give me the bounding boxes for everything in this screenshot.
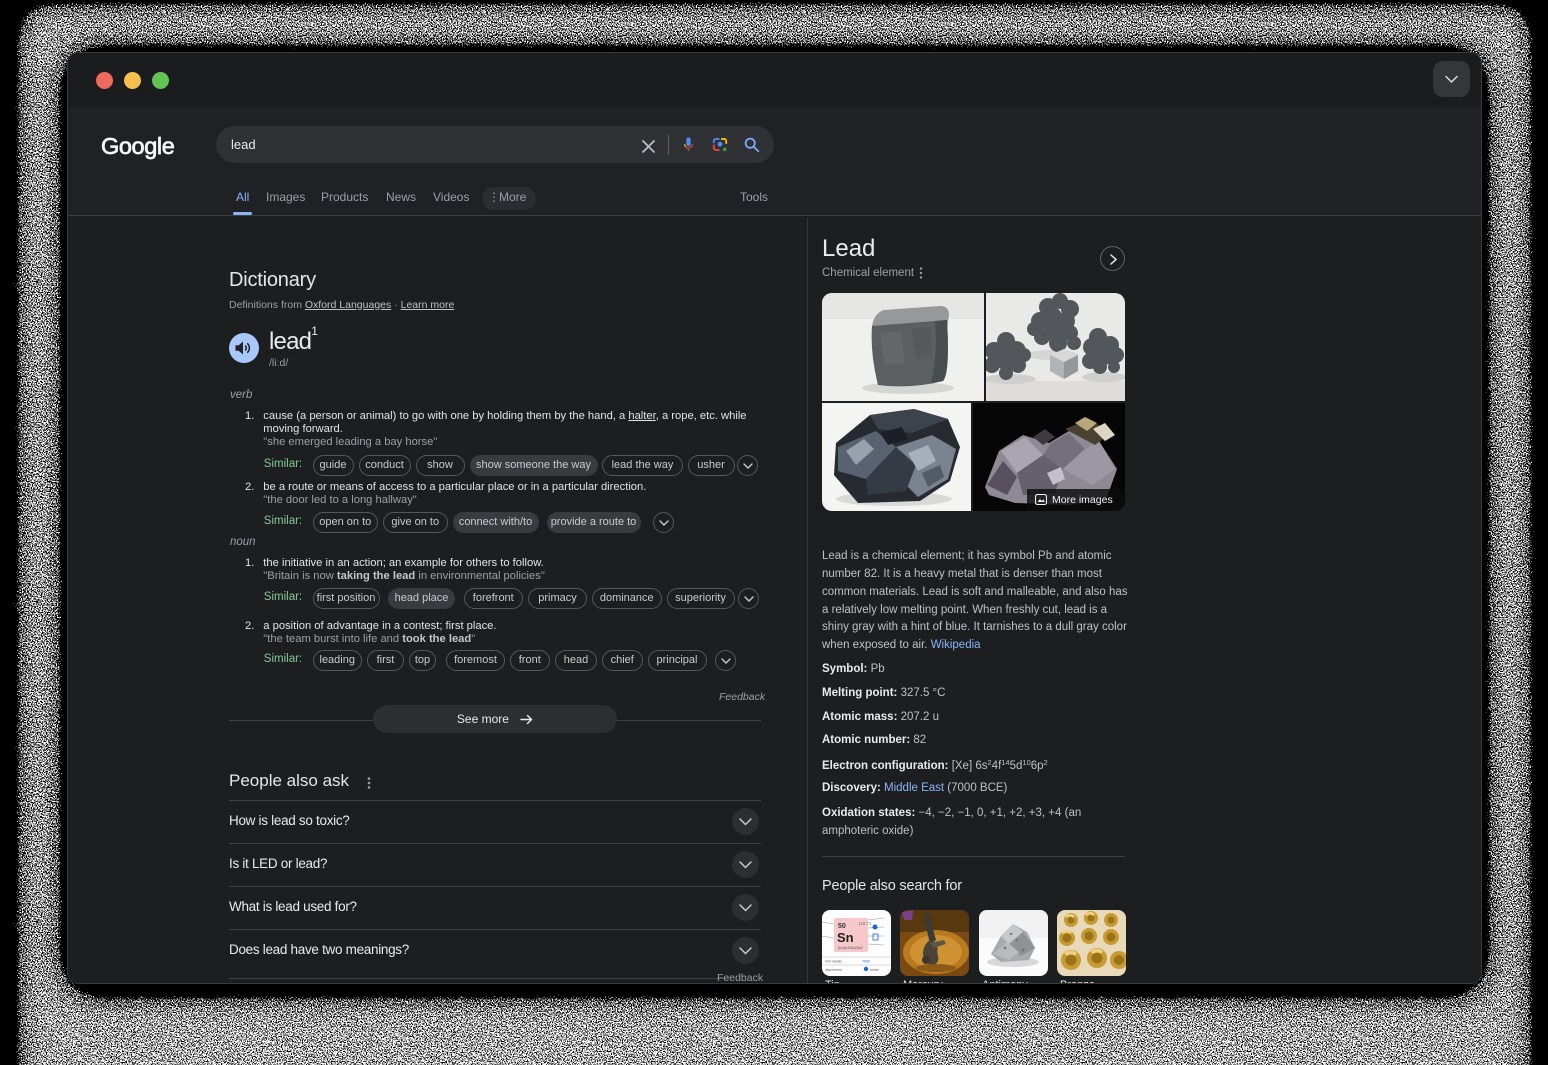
svg-text:Sn: Sn <box>837 930 854 945</box>
svg-text:118.71: 118.71 <box>858 921 872 926</box>
svg-text:7000: 7000 <box>862 960 870 964</box>
svg-text:[Kr]4d105s25p2: [Kr]4d105s25p2 <box>838 946 863 950</box>
svg-text:first metals: first metals <box>825 960 842 964</box>
svg-text:50: 50 <box>838 923 846 930</box>
svg-text:metal: metal <box>870 968 879 972</box>
svg-text:discovered: discovered <box>825 968 842 972</box>
